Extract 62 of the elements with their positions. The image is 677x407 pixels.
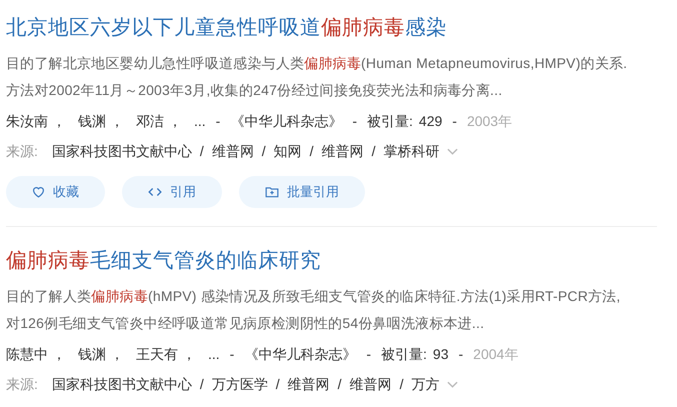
abstract-line: 目的了解人类偏肺病毒(hMPV) 感染情况及所致毛细支气管炎的临床特征.方法(1)采用RT-PCR方法, xyxy=(6,287,621,306)
citation-label: 被引量: xyxy=(381,345,427,364)
source-link[interactable]: 万方医学 xyxy=(212,369,268,399)
separator: ， xyxy=(110,112,124,131)
separator: ， xyxy=(52,345,66,364)
slash: / xyxy=(262,142,266,161)
year: 2003年 xyxy=(466,112,512,131)
action-button[interactable]: 批量引用 xyxy=(239,176,365,208)
slash: / xyxy=(372,142,376,161)
source-link[interactable]: 维普网 xyxy=(322,136,364,166)
folder-plus-icon xyxy=(265,186,279,198)
dash: - xyxy=(458,345,464,364)
dash: - xyxy=(352,112,358,131)
result-title[interactable]: 偏肺病毒毛细支气管炎的临床研究 xyxy=(6,245,321,277)
author-link[interactable]: 朱汝南 xyxy=(6,106,48,136)
journal-link[interactable]: 《中华儿科杂志》 xyxy=(244,339,356,369)
chevron-down-icon[interactable] xyxy=(447,148,458,154)
result-title[interactable]: 北京地区六岁以下儿童急性呼吸道偏肺病毒感染 xyxy=(6,12,447,44)
source-link[interactable]: 维普网 xyxy=(212,136,254,166)
slash: / xyxy=(400,375,404,394)
more-authors: ... xyxy=(194,112,206,131)
author-link[interactable]: 钱渊 xyxy=(78,339,106,369)
abstract-line: 对126例毛细支气管炎中经呼吸道常见病原检测阴性的54份鼻咽洗液标本进... xyxy=(6,314,484,333)
abstract-line: 方法对2002年11月～2003年3月,收集的247份经过间接免疫荧光法和病毒分离... xyxy=(6,81,502,100)
source-link[interactable]: 知网 xyxy=(274,136,302,166)
author-link[interactable]: 陈慧中 xyxy=(6,339,48,369)
heart-icon xyxy=(32,186,45,198)
citation-count: 93 xyxy=(432,345,448,364)
source-link[interactable]: 国家科技图书文献中心 xyxy=(52,369,192,399)
slash: / xyxy=(310,142,314,161)
source-link[interactable]: 万方 xyxy=(411,369,440,399)
citation-label: 被引量: xyxy=(367,112,413,131)
abstract-line: 目的了解北京地区婴幼儿急性呼吸道感染与人类偏肺病毒(Human Metapneumovirus,HMPV)的关系. xyxy=(6,54,628,73)
source-link[interactable]: 维普网 xyxy=(288,369,330,399)
dash: - xyxy=(452,112,457,131)
year: 2004年 xyxy=(473,345,518,364)
action-button[interactable]: 收藏 xyxy=(6,176,105,208)
slash: / xyxy=(200,375,204,394)
slash: / xyxy=(200,142,204,161)
slash: / xyxy=(338,375,342,394)
separator: ， xyxy=(182,345,196,364)
slash: / xyxy=(276,375,280,394)
separator: ， xyxy=(52,112,66,131)
source-link[interactable]: 掌桥科研 xyxy=(383,136,440,166)
dash: - xyxy=(216,112,220,131)
dash: - xyxy=(230,345,234,364)
citation-count: 429 xyxy=(418,112,442,131)
journal-link[interactable]: 《中华儿科杂志》 xyxy=(230,106,342,136)
source-link[interactable]: 国家科技图书文献中心 xyxy=(52,136,192,166)
author-link[interactable]: 钱渊 xyxy=(78,106,106,136)
author-link[interactable]: 邓洁 xyxy=(136,106,164,136)
separator: ， xyxy=(168,112,182,131)
author-link[interactable]: 王天有 xyxy=(136,339,178,369)
dash: - xyxy=(366,345,372,364)
source-label: 来源: xyxy=(6,375,38,394)
code-icon xyxy=(148,186,162,198)
separator: ， xyxy=(110,345,124,364)
action-button[interactable]: 引用 xyxy=(122,176,222,208)
chevron-down-icon[interactable] xyxy=(447,380,458,388)
source-link[interactable]: 维普网 xyxy=(350,369,392,399)
more-authors: ... xyxy=(208,345,220,364)
source-label: 来源: xyxy=(6,142,38,161)
